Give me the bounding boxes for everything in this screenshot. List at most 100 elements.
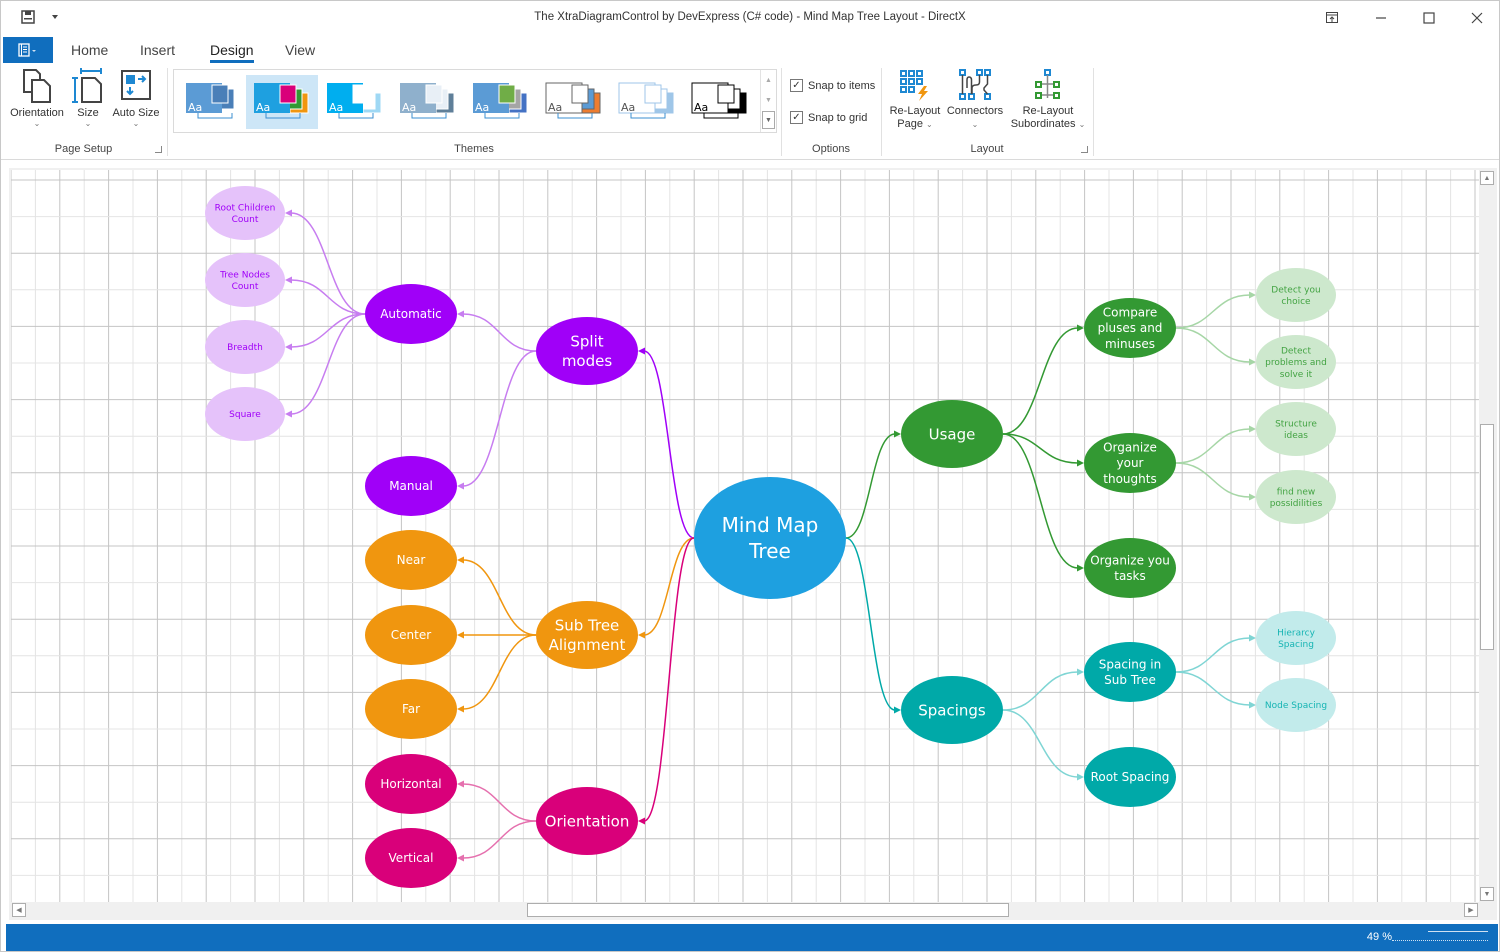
connector-compare-detectproblems[interactable] — [1175, 327, 1251, 363]
node-subtree[interactable]: Sub Tree Alignment — [536, 601, 638, 669]
node-center[interactable]: Center — [365, 605, 457, 665]
node-vertical[interactable]: Vertical — [365, 828, 457, 888]
node-spacings[interactable]: Spacings — [901, 676, 1003, 744]
connector-root-spacings[interactable] — [845, 537, 896, 711]
node-findnew[interactable]: find new possidilities — [1256, 470, 1336, 524]
connector-root-subtree[interactable] — [643, 537, 695, 636]
zoom-slider[interactable] — [1428, 931, 1488, 932]
diagram-canvas[interactable]: Mind Map Tree Split modes Automatic Root Chil… — [11, 170, 1479, 902]
app-window: The XtraDiagramControl by DevExpress (C#… — [0, 0, 1500, 952]
node-near[interactable]: Near — [365, 530, 457, 590]
scroll-right-button[interactable]: ▶ — [1464, 903, 1478, 917]
scroll-left-button[interactable]: ◀ — [12, 903, 26, 917]
node-rcc[interactable]: Root Children Count — [205, 186, 285, 240]
vertical-scrollbar[interactable]: ▲ ▼ — [1479, 170, 1495, 902]
restore-ribbon-button[interactable] — [1322, 9, 1342, 27]
node-automatic[interactable]: Automatic — [365, 284, 457, 344]
node-shape — [1084, 642, 1176, 702]
node-square[interactable]: Square — [205, 387, 285, 441]
node-split[interactable]: Split modes — [536, 317, 638, 385]
tab-design[interactable]: Design — [210, 42, 254, 63]
size-button[interactable]: Size ⌄ — [71, 68, 105, 128]
connector-spacingsub-hierarcy[interactable] — [1175, 637, 1251, 673]
tab-view[interactable]: View — [285, 42, 315, 58]
snap-to-items-checkbox[interactable]: ✓ Snap to items — [790, 79, 875, 92]
node-compare[interactable]: Compare pluses and minuses — [1084, 298, 1176, 358]
node-far[interactable]: Far — [365, 679, 457, 739]
node-label: Node Spacing — [1265, 701, 1327, 711]
close-button[interactable] — [1467, 9, 1487, 27]
node-detectproblems[interactable]: Detect problems and solve it — [1256, 335, 1336, 389]
auto-size-button[interactable]: Auto Size ⌄ — [111, 68, 161, 128]
snap-to-grid-checkbox[interactable]: ✓ Snap to grid — [790, 111, 867, 124]
connector-root-usage[interactable] — [845, 433, 896, 539]
title-bar: The XtraDiagramControl by DevExpress (C#… — [1, 1, 1499, 35]
node-horizontal[interactable]: Horizontal — [365, 754, 457, 814]
relayout-subordinates-button[interactable]: Re-Layout Subordinates ⌄ — [1008, 68, 1088, 131]
arrowhead-icon — [1077, 668, 1084, 676]
theme-gray[interactable]: Aa — [392, 75, 464, 129]
theme-colorful[interactable]: Aa — [246, 75, 318, 129]
node-orientation[interactable]: Orientation — [536, 787, 638, 855]
node-usage[interactable]: Usage — [901, 400, 1003, 468]
arrowhead-icon — [638, 817, 645, 825]
connector-organizethoughts-structure[interactable] — [1175, 428, 1251, 464]
node-manual[interactable]: Manual — [365, 456, 457, 516]
relayout-page-button[interactable]: Re-Layout Page ⌄ — [886, 68, 944, 131]
node-organizetasks[interactable]: Organize you tasks — [1084, 538, 1176, 598]
dialog-launcher-icon[interactable] — [155, 146, 162, 153]
theme-outline-blue[interactable]: Aa — [611, 75, 683, 129]
snap-to-grid-label: Snap to grid — [808, 111, 868, 124]
gallery-expand-button[interactable]: ▼ — [762, 111, 775, 129]
connector-usage-organizetasks[interactable] — [1002, 433, 1079, 569]
chevron-down-icon: ⌄ — [132, 119, 140, 128]
connector-compare-detectchoice[interactable] — [1175, 294, 1251, 329]
node-structure[interactable]: Structure ideas — [1256, 402, 1336, 456]
connector-spacings-spacingsub[interactable] — [1002, 671, 1079, 711]
svg-text:Aa: Aa — [475, 101, 489, 114]
orientation-icon — [23, 69, 51, 103]
node-nodespacing[interactable]: Node Spacing — [1256, 678, 1336, 732]
connector-spacings-rootspacing[interactable] — [1002, 709, 1079, 778]
dialog-launcher-icon[interactable] — [1081, 146, 1088, 153]
node-detectchoice[interactable]: Detect you choice — [1256, 268, 1336, 322]
node-root[interactable]: Mind Map Tree — [694, 477, 846, 599]
node-spacingsub[interactable]: Spacing in Sub Tree — [1084, 642, 1176, 702]
gallery-scroll-down-button[interactable]: ▼ — [761, 90, 776, 110]
vertical-scroll-thumb[interactable] — [1480, 424, 1494, 650]
horizontal-scrollbar[interactable]: ◀ ▶ — [11, 902, 1479, 918]
theme-green[interactable]: Aa — [465, 75, 537, 129]
arrowhead-icon — [457, 705, 464, 713]
theme-black-white[interactable]: Aa — [684, 75, 756, 129]
theme-office[interactable]: Aa — [178, 75, 250, 129]
orientation-button[interactable]: Orientation ⌄ — [7, 68, 67, 128]
options-group: ✓ Snap to items ✓ Snap to grid Options — [782, 64, 880, 158]
node-label: Sub Tree Alignment — [549, 617, 626, 655]
tab-insert[interactable]: Insert — [140, 42, 175, 58]
connector-root-split[interactable] — [643, 350, 695, 539]
scroll-down-button[interactable]: ▼ — [1480, 887, 1494, 901]
scroll-up-button[interactable]: ▲ — [1480, 171, 1494, 185]
maximize-button[interactable] — [1419, 9, 1439, 27]
node-tnc[interactable]: Tree Nodes Count — [205, 253, 285, 307]
theme-orange[interactable]: Aa — [538, 75, 610, 129]
svg-text:Aa: Aa — [256, 101, 270, 114]
minimize-button[interactable] — [1371, 9, 1391, 27]
file-menu-button[interactable] — [3, 37, 53, 63]
node-organizethoughts[interactable]: Organize your thoughts — [1084, 433, 1176, 493]
connector-root-orientation[interactable] — [643, 537, 695, 822]
connector-usage-compare[interactable] — [1002, 327, 1079, 435]
tab-home[interactable]: Home — [71, 42, 108, 58]
connectors-button[interactable]: Connectors ⌄ — [944, 68, 1006, 131]
arrowhead-icon — [285, 209, 292, 217]
arrowhead-icon — [457, 310, 464, 318]
node-hierarcy[interactable]: Hierarcy Spacing — [1256, 611, 1336, 665]
node-breadth[interactable]: Breadth — [205, 320, 285, 374]
node-rootspacing[interactable]: Root Spacing — [1084, 747, 1176, 807]
relayout-page-icon — [900, 70, 928, 101]
theme-blue[interactable]: Aa — [319, 75, 391, 129]
horizontal-scroll-thumb[interactable] — [527, 903, 1009, 917]
connector-organizethoughts-findnew[interactable] — [1175, 462, 1251, 498]
gallery-scroll-up-button[interactable]: ▲ — [761, 70, 776, 90]
connector-spacingsub-nodespacing[interactable] — [1175, 671, 1251, 706]
